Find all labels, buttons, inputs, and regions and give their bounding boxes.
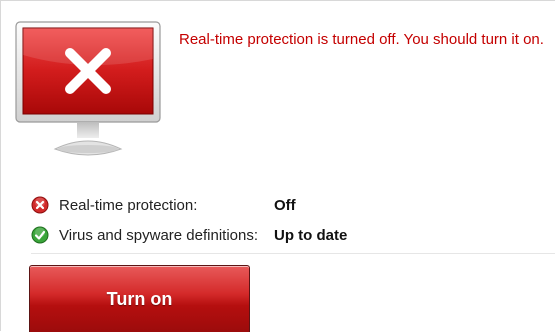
- turn-on-button[interactable]: Turn on: [29, 265, 250, 332]
- status-value: Off: [274, 196, 296, 214]
- status-label: Real-time protection:: [59, 196, 198, 214]
- status-row-realtime: Real-time protection: Off: [31, 195, 296, 215]
- check-icon: [31, 226, 49, 244]
- protection-off-message: Real-time protection is turned off. You …: [179, 31, 544, 48]
- turn-on-label: Turn on: [106, 288, 173, 309]
- status-label: Virus and spyware definitions:: [59, 226, 258, 244]
- status-value: Up to date: [274, 226, 348, 244]
- monitor-warning-icon: [15, 21, 161, 171]
- divider: [31, 253, 555, 254]
- error-icon: [31, 196, 49, 214]
- app-panel: Real-time protection is turned off. You …: [0, 0, 555, 332]
- status-row-definitions: Virus and spyware definitions: Up to dat…: [31, 225, 347, 245]
